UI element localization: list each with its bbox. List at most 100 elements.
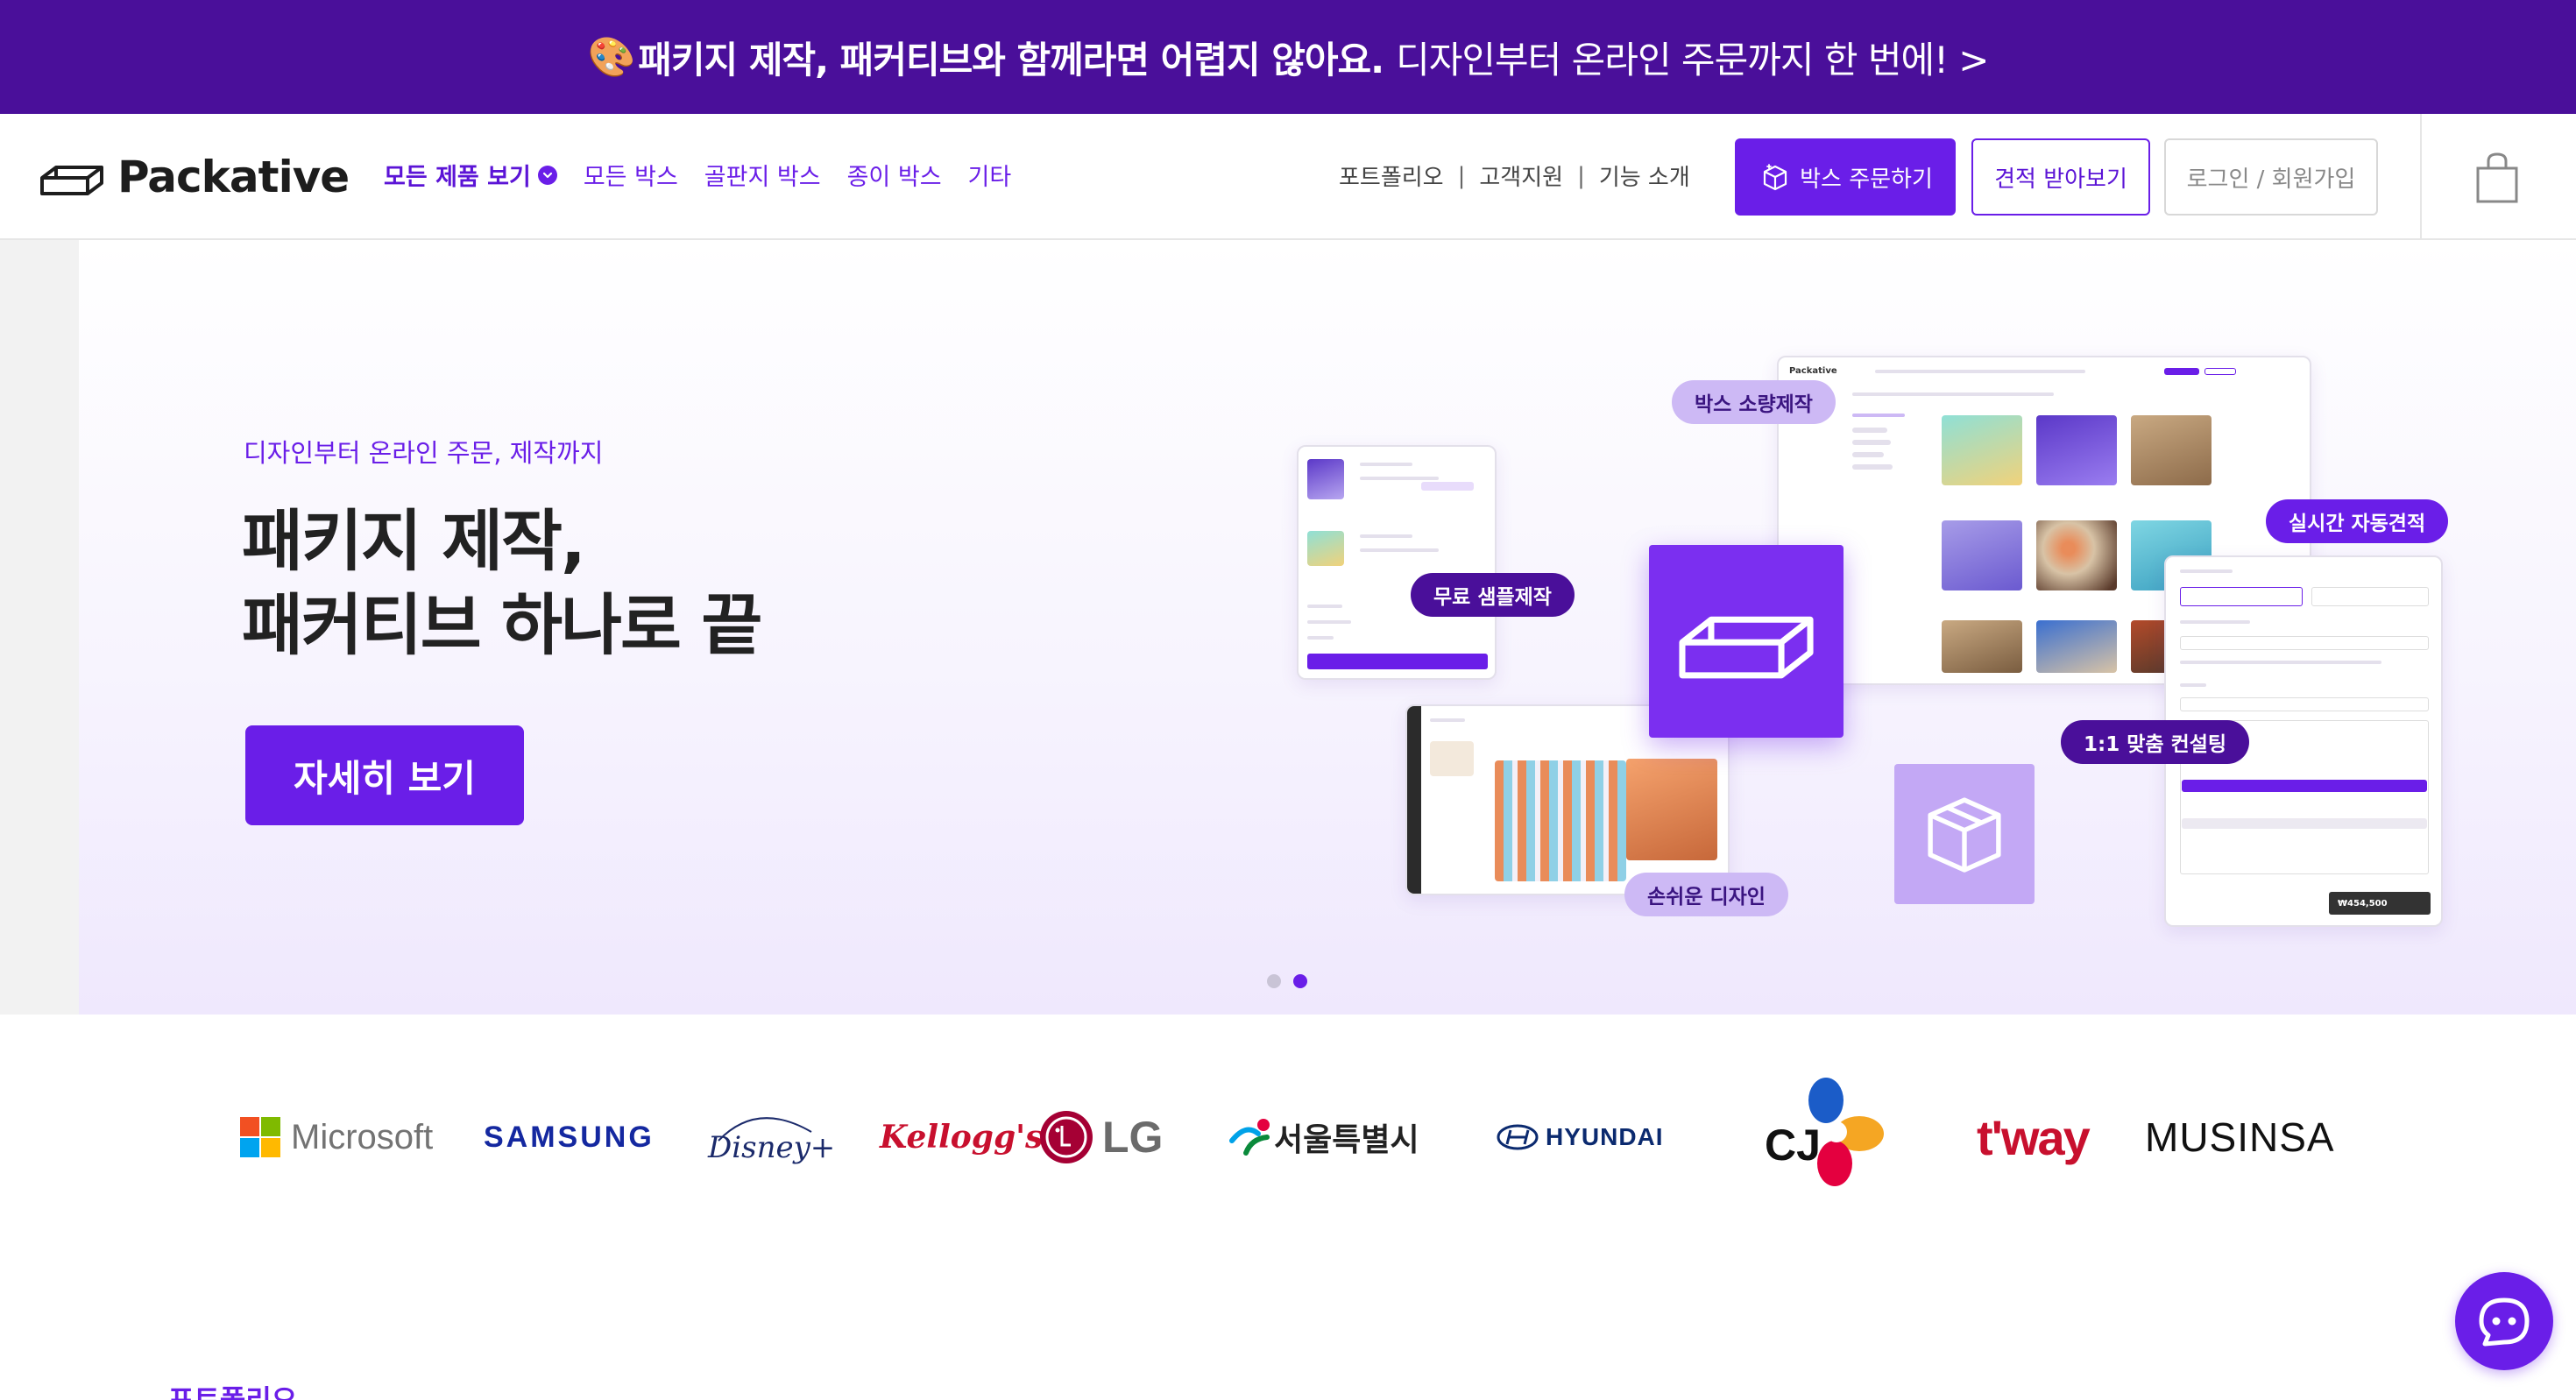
promo-bold-text: 패키지 제작, 패커티브와 함께라면 어렵지 않아요.: [638, 38, 1384, 81]
mock-cart-line: [1307, 605, 1342, 608]
carousel-pagination: [1267, 974, 1307, 988]
mock-quote-select: [2180, 636, 2429, 650]
util-portfolio[interactable]: 포트폴리오: [1339, 159, 1444, 192]
mock-editor-toolbar: [1407, 706, 1421, 894]
learn-more-button[interactable]: 자세히 보기: [245, 725, 524, 825]
mock-product-thumb: [1942, 620, 2022, 673]
nav-all-products-label: 모든 제품 보기: [384, 164, 531, 191]
mock-cart-line: [1360, 548, 1439, 552]
pill-free-sample: 무료 샘플제작: [1411, 573, 1575, 617]
shopping-bag-icon[interactable]: [2471, 151, 2523, 207]
mock-cart-line: [1360, 463, 1412, 466]
nav-paper-boxes[interactable]: 종이 박스: [847, 158, 942, 192]
mock-cart-thumb: [1307, 459, 1344, 499]
mock-editor-panel: [1430, 741, 1474, 776]
header-divider: [2420, 114, 2422, 240]
logo-kelloggs: Kellogg's: [880, 1102, 1043, 1172]
mock-quote-button: [2204, 368, 2236, 375]
util-separator: |: [1457, 162, 1466, 189]
mock-quote-select: [2180, 697, 2429, 711]
site-header: Packative 모든 제품 보기 모든 박스 골판지 박스 종이 박스 기타…: [0, 114, 2576, 240]
login-signup-button[interactable]: 로그인 / 회원가입: [2164, 138, 2378, 216]
nav-all-boxes[interactable]: 모든 박스: [584, 158, 678, 192]
logo-musinsa-text: MUSINSA: [2145, 1114, 2335, 1160]
logo-seoul-text: 서울특별시: [1274, 1122, 1419, 1158]
site-logo[interactable]: Packative: [39, 152, 350, 202]
promo-link-text[interactable]: 디자인부터 온라인 주문까지 한 번에! >: [1396, 31, 1989, 84]
logo-samsung-text: SAMSUNG: [484, 1120, 655, 1154]
pill-easy-design: 손쉬운 디자인: [1624, 873, 1788, 916]
mock-filter: [1852, 414, 1905, 417]
logo-text: Packative: [117, 152, 350, 202]
chevron-down-icon: [537, 165, 557, 185]
box-icon: [1763, 164, 1787, 191]
packative-logo-icon: [1679, 616, 1814, 679]
logo-seoul: 서울특별시: [1228, 1102, 1419, 1172]
hero-subtitle: 디자인부터 온라인 주문, 제작까지: [244, 438, 604, 468]
mock-quote-option: [2311, 587, 2429, 606]
nav-corrugated-boxes[interactable]: 골판지 박스: [704, 158, 821, 192]
lg-face-icon: [1040, 1111, 1093, 1163]
logo-cj: CJ: [1761, 1076, 1893, 1190]
carousel-dot-2[interactable]: [1293, 974, 1307, 988]
mock-filter: [1852, 440, 1891, 445]
packative-logo-icon: [40, 166, 103, 195]
mock-quote-selected-row: [2182, 780, 2427, 792]
mock-quote-price: ₩454,500: [2329, 892, 2431, 915]
logo-microsoft: Microsoft: [240, 1102, 433, 1172]
logo-cj-text: CJ: [1765, 1121, 1821, 1170]
util-separator: |: [1577, 162, 1585, 189]
mock-order-button: [2164, 368, 2199, 375]
client-logo-strip: Microsoft SAMSUNG Disney+ Kellogg's LG 서…: [0, 1015, 2576, 1242]
hero-logo-tile: [1649, 545, 1844, 738]
mock-quote-line: [2180, 683, 2206, 687]
seoul-symbol-icon: [1229, 1119, 1270, 1156]
chatbot-button[interactable]: [2455, 1272, 2553, 1370]
hero-title-line-1: 패키지 제작,: [242, 502, 586, 580]
mock-filter: [1852, 464, 1893, 470]
mock-quote-line: [2180, 569, 2233, 573]
pill-bulk-production: 박스 소량제작: [1672, 380, 1836, 424]
mock-box-3d: [1626, 759, 1717, 860]
carousel-dot-1[interactable]: [1267, 974, 1281, 988]
nav-etc[interactable]: 기타: [968, 158, 1012, 192]
mock-quote-line: [2180, 620, 2250, 624]
logo-lg: LG: [1039, 1102, 1163, 1172]
order-box-button[interactable]: 박스 주문하기: [1735, 138, 1956, 216]
mock-quote-line: [2180, 661, 2381, 664]
main-nav: 모든 제품 보기 모든 박스 골판지 박스 종이 박스 기타: [384, 158, 1011, 192]
pill-consulting: 1:1 맞춤 컨설팅: [2061, 720, 2250, 764]
promo-banner[interactable]: 🎨 패키지 제작, 패커티브와 함께라면 어렵지 않아요. 디자인부터 온라인 …: [0, 0, 2576, 114]
mock-product-thumb: [2036, 520, 2117, 590]
chatbot-icon: [2479, 1297, 2530, 1347]
disney-arc-icon: [718, 1117, 812, 1142]
logo-hyundai: HYUNDAI: [1497, 1102, 1664, 1172]
mock-product-thumb: [1942, 415, 2022, 485]
logo-disney-plus: Disney+: [708, 1102, 835, 1172]
portfolio-section-title: 포트폴리오: [168, 1384, 297, 1400]
mock-cart-line: [1360, 534, 1412, 538]
util-support[interactable]: 고객지원: [1479, 159, 1563, 192]
mock-product-thumb: [1942, 520, 2022, 590]
logo-tway-text: t'way: [1977, 1109, 2091, 1165]
mock-product-thumb: [2131, 415, 2212, 485]
utility-links: 포트폴리오 | 고객지원 | 기능 소개: [1339, 159, 1690, 192]
mock-cart-tag: [1421, 482, 1474, 491]
logo-kelloggs-text: Kellogg's: [880, 1119, 1044, 1156]
order-box-label: 박스 주문하기: [1800, 166, 1933, 193]
mock-quote-row: [2182, 818, 2427, 829]
logo-hyundai-text: HYUNDAI: [1546, 1123, 1664, 1150]
nav-all-products[interactable]: 모든 제품 보기: [384, 158, 557, 192]
hero-title-line-2: 패커티브 하나로 끝: [242, 586, 762, 664]
get-quote-button[interactable]: 견적 받아보기: [1971, 138, 2150, 216]
mock-cart-line: [1360, 477, 1439, 480]
pill-auto-quote: 실시간 자동견적: [2266, 499, 2449, 543]
logo-lg-text: LG: [1102, 1113, 1164, 1162]
hero-title: 패키지 제작, 패커티브 하나로 끝: [242, 499, 762, 668]
util-features[interactable]: 기능 소개: [1599, 159, 1690, 192]
hyundai-emblem-icon: [1497, 1124, 1539, 1150]
mock-cart-line: [1307, 620, 1351, 624]
mock-quote-option: [2180, 587, 2303, 606]
mock-product-thumb: [2036, 415, 2117, 485]
logo-microsoft-text: Microsoft: [291, 1117, 434, 1156]
